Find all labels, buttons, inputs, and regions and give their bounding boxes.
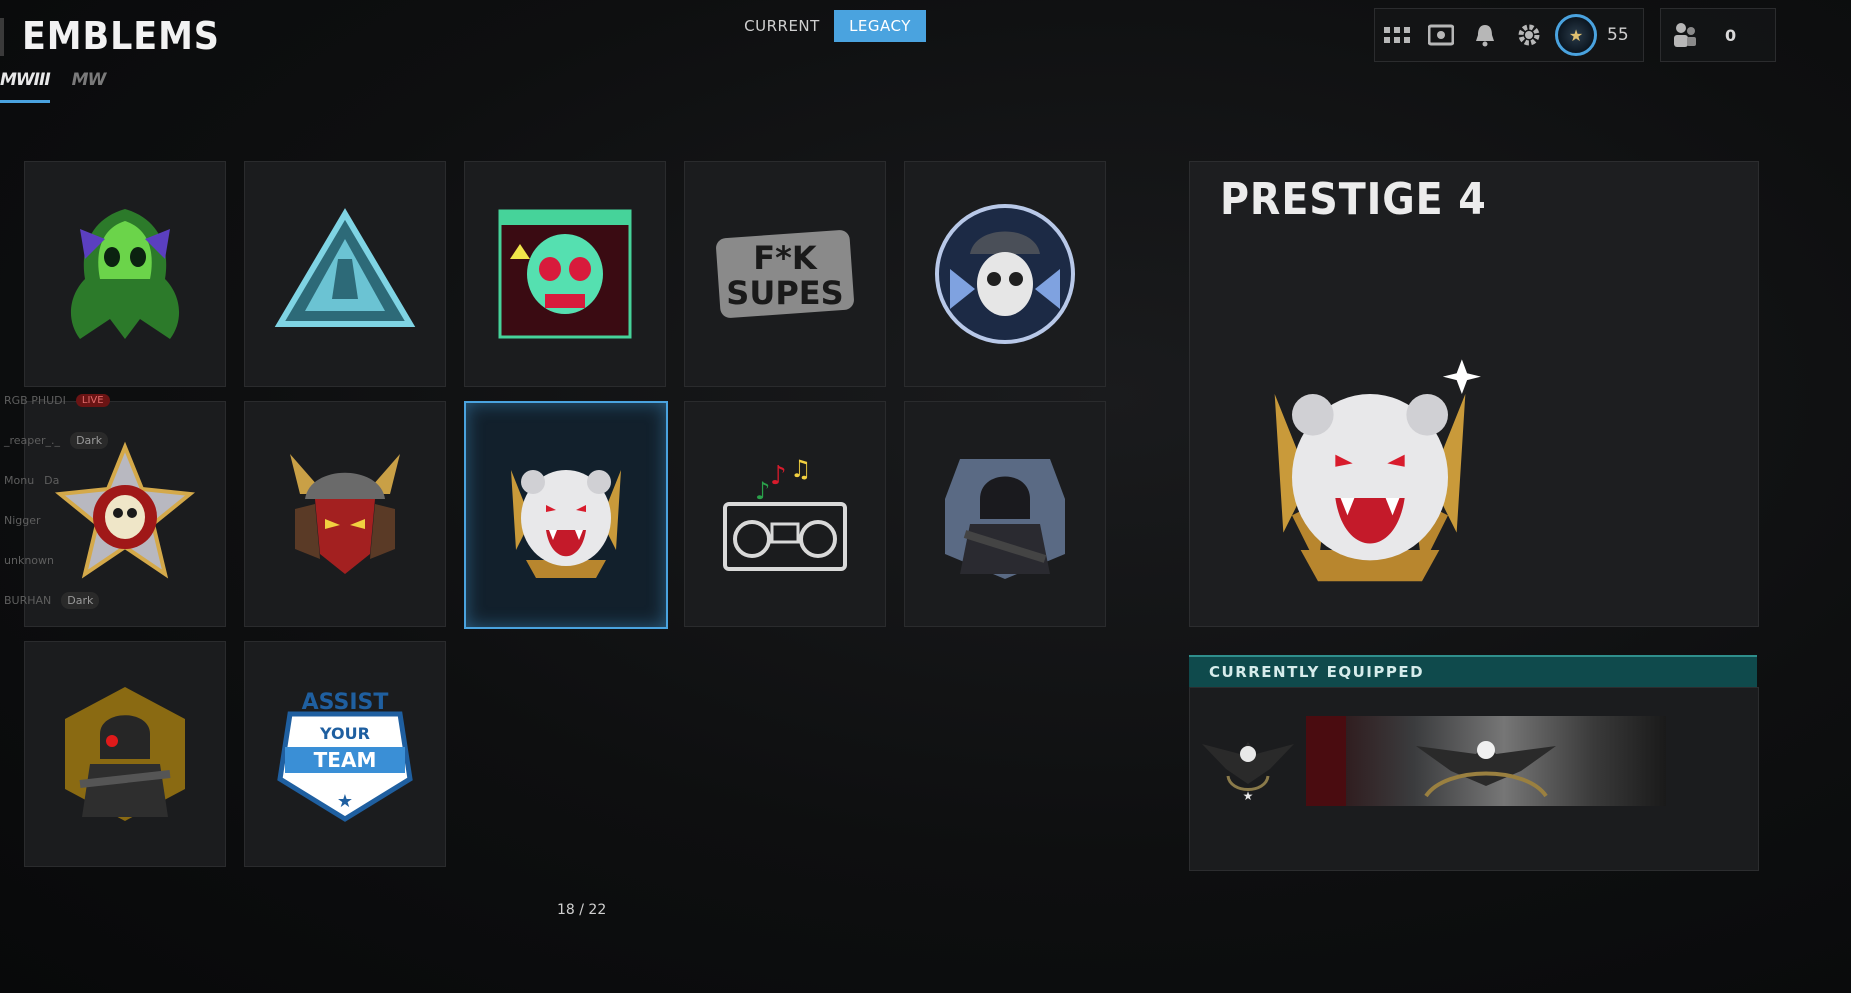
overlay-row: unknown bbox=[4, 540, 110, 580]
theater-icon[interactable] bbox=[1419, 9, 1463, 61]
overlay-row: Monu Da bbox=[4, 460, 110, 500]
svg-text:ASSIST: ASSIST bbox=[302, 690, 389, 715]
svg-text:TEAM: TEAM bbox=[314, 748, 377, 772]
svg-text:SUPES: SUPES bbox=[726, 274, 843, 312]
page-title: EMBLEMS bbox=[22, 14, 220, 58]
grid-menu-icon[interactable] bbox=[1375, 9, 1419, 61]
emblem-tile[interactable]: F*K SUPES bbox=[684, 161, 886, 387]
assist-your-team-emblem: ASSIST YOUR TEAM ★ bbox=[277, 690, 413, 822]
overlay-tag: Da bbox=[44, 473, 60, 487]
overlay-user: Monu bbox=[4, 473, 35, 487]
overlay-user: _reaper_._ bbox=[4, 433, 61, 447]
emblem-tile[interactable] bbox=[464, 161, 666, 387]
overlay-row: RGB PHUDI LIVE bbox=[4, 380, 110, 420]
overlay-row: _reaper_._ Dark bbox=[4, 420, 110, 460]
emblem-tile[interactable]: ♪ ♫ ♪ bbox=[684, 401, 886, 627]
overlay-user: RGB PHUDI bbox=[4, 393, 66, 407]
currently-equipped-panel: ★ bbox=[1189, 687, 1759, 871]
svg-text:♪: ♪ bbox=[770, 461, 787, 491]
prestige-badge-icon[interactable]: ★ bbox=[1555, 14, 1597, 56]
svg-text:F*K: F*K bbox=[753, 239, 818, 277]
overlay-row: BURHAN Dark bbox=[4, 580, 110, 620]
eagle-emblem[interactable]: ★ bbox=[1200, 724, 1296, 804]
mode-tabs: CURRENT LEGACY bbox=[736, 10, 926, 42]
emblem-tile[interactable] bbox=[904, 161, 1106, 387]
svg-text:★: ★ bbox=[1243, 789, 1254, 803]
emblem-tile[interactable] bbox=[24, 161, 226, 387]
overlay-user: BURHAN bbox=[4, 593, 52, 607]
currently-equipped-header: CURRENTLY EQUIPPED bbox=[1189, 655, 1757, 688]
eagle-icon bbox=[1306, 716, 1556, 806]
emblem-tile[interactable] bbox=[24, 641, 226, 867]
polar-bear-emblem bbox=[1274, 359, 1481, 582]
pagination: 18 / 22 bbox=[557, 902, 607, 918]
emblem-tile-selected[interactable] bbox=[464, 401, 668, 629]
tab-legacy[interactable]: LEGACY bbox=[834, 10, 926, 42]
left-edge-marker bbox=[0, 18, 4, 56]
ice-skull-soldier-emblem bbox=[935, 204, 1075, 344]
cyber-skull-emblem bbox=[498, 209, 632, 339]
boombox-emblem: ♪ ♫ ♪ bbox=[723, 455, 847, 571]
svg-text:★: ★ bbox=[337, 791, 353, 812]
masked-soldier-emblem bbox=[65, 687, 185, 821]
polar-bear-emblem bbox=[511, 470, 621, 578]
emblem-tile[interactable] bbox=[244, 401, 446, 627]
party-icon[interactable] bbox=[1661, 9, 1709, 61]
tab-current[interactable]: CURRENT bbox=[736, 10, 828, 42]
svg-text:YOUR: YOUR bbox=[319, 724, 370, 743]
samurai-helmet-emblem bbox=[290, 454, 400, 574]
player-level: 55 bbox=[1607, 25, 1629, 45]
emblem-tile[interactable] bbox=[244, 161, 446, 387]
detail-title: PRESTIGE 4 bbox=[1220, 174, 1487, 225]
game-tabs: MWIII MW bbox=[0, 70, 107, 103]
overlay-tag: Dark bbox=[61, 591, 100, 609]
svg-text:♫: ♫ bbox=[790, 455, 812, 483]
tab-mwiii[interactable]: MWIII bbox=[0, 70, 51, 103]
tab-mw[interactable]: MW bbox=[72, 70, 107, 103]
live-badge: LIVE bbox=[75, 393, 110, 407]
ghost-reaper-emblem bbox=[70, 209, 180, 339]
f-k-supes-emblem: F*K SUPES bbox=[716, 230, 854, 318]
party-count: 0 bbox=[1725, 25, 1737, 45]
overlay-tag: Dark bbox=[70, 431, 109, 449]
overlay-user: Nigger bbox=[4, 513, 41, 527]
overlay-user: unknown bbox=[4, 553, 54, 567]
top-bar: ★ 55 bbox=[1374, 8, 1644, 62]
triangle-soldier-emblem bbox=[274, 208, 416, 327]
overlay-row: Nigger bbox=[4, 500, 110, 540]
hooded-operator-emblem bbox=[945, 459, 1065, 579]
bell-icon[interactable] bbox=[1463, 9, 1507, 61]
currently-equipped-label: CURRENTLY EQUIPPED bbox=[1209, 663, 1425, 681]
emblem-tile[interactable] bbox=[904, 401, 1106, 627]
emblem-tile[interactable]: ASSIST YOUR TEAM ★ bbox=[244, 641, 446, 867]
detail-panel: PRESTIGE 4 bbox=[1189, 161, 1759, 627]
stream-chat-overlay: RGB PHUDI LIVE _reaper_._ Dark Monu Da N… bbox=[4, 380, 110, 620]
gear-icon[interactable] bbox=[1507, 9, 1551, 61]
party-panel[interactable]: 0 bbox=[1660, 8, 1776, 62]
eagle-calling-card[interactable] bbox=[1306, 716, 1666, 806]
svg-text:♪: ♪ bbox=[755, 477, 770, 505]
